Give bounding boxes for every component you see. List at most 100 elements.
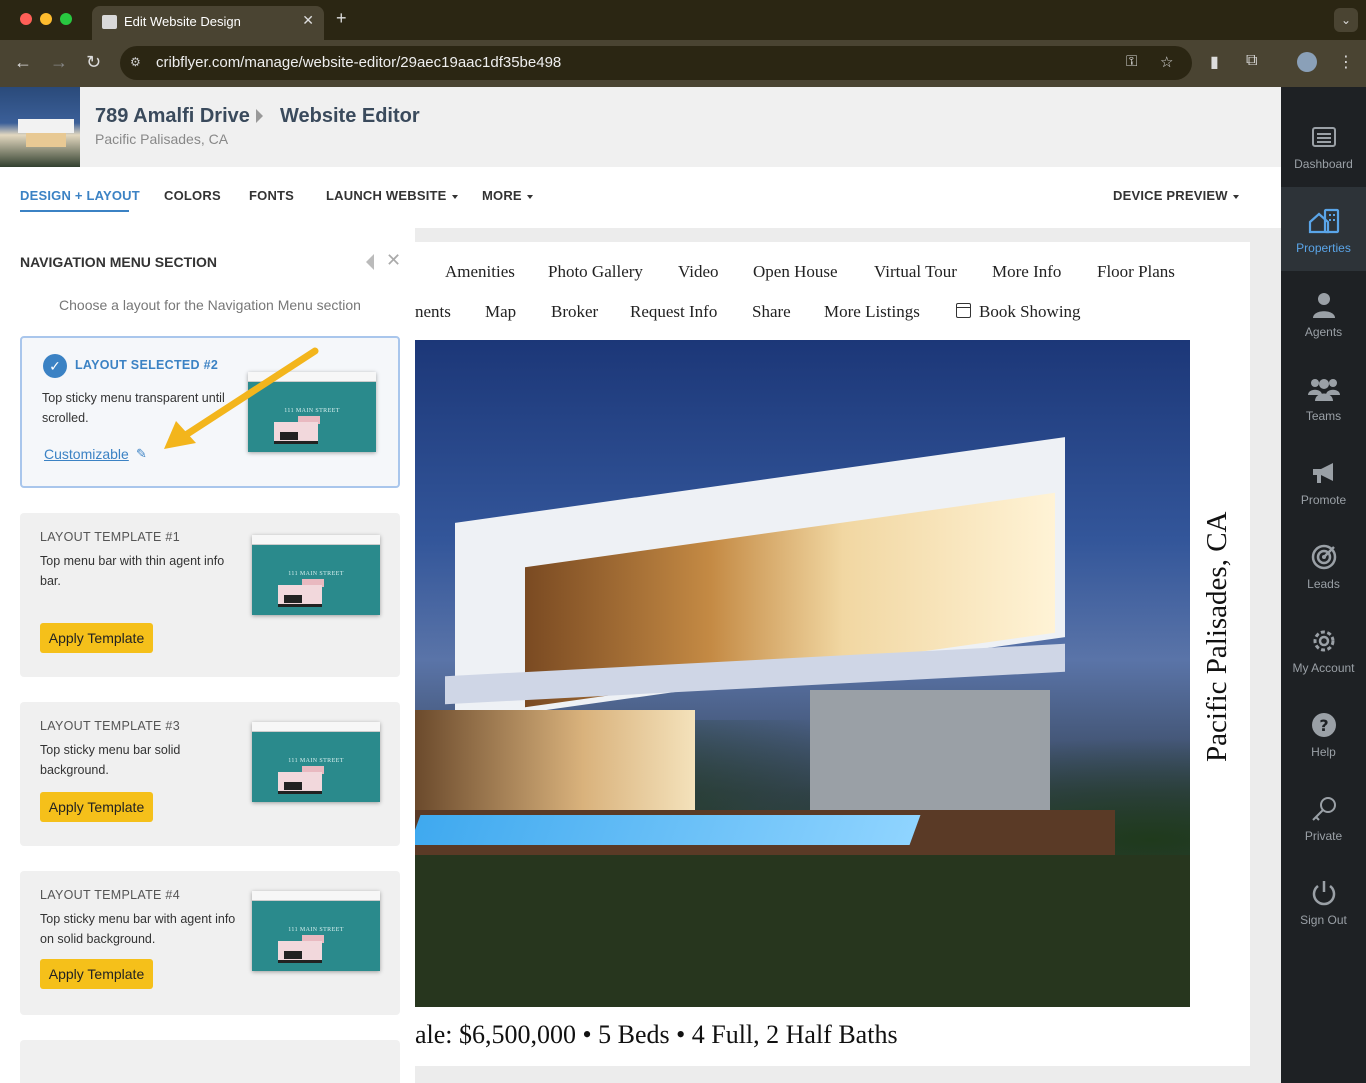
tab-fonts[interactable]: FONTS bbox=[249, 188, 294, 203]
favicon-icon bbox=[102, 15, 117, 29]
window-controls bbox=[20, 13, 72, 25]
nav-broker[interactable]: Broker bbox=[551, 302, 598, 322]
website-preview: Amenities Photo Gallery Video Open House… bbox=[415, 242, 1250, 1066]
close-tab-icon[interactable]: ✕ bbox=[302, 12, 314, 29]
property-thumbnail bbox=[0, 87, 80, 167]
tab-search-chevron-icon[interactable]: ⌄ bbox=[1334, 8, 1358, 32]
nav-more-info[interactable]: More Info bbox=[992, 262, 1061, 282]
reload-icon[interactable]: ↻ bbox=[86, 52, 101, 73]
agent-icon bbox=[1281, 291, 1366, 319]
template-description: Top sticky menu bar with agent info on s… bbox=[40, 912, 236, 946]
layout-template-card-next bbox=[20, 1040, 400, 1083]
new-tab-icon[interactable]: + bbox=[336, 8, 347, 29]
sidebar-item-teams[interactable]: Teams bbox=[1281, 355, 1366, 439]
key-icon bbox=[1281, 795, 1366, 823]
more-label: MORE bbox=[482, 188, 522, 203]
sidebar-item-sign-out[interactable]: Sign Out bbox=[1281, 859, 1366, 943]
url-text: cribflyer.com/manage/website-editor/29ae… bbox=[156, 54, 562, 71]
template-label: LAYOUT TEMPLATE #3 bbox=[40, 719, 180, 733]
layout-template-card-3: LAYOUT TEMPLATE #3 Top sticky menu bar s… bbox=[20, 702, 400, 846]
customize-link[interactable]: Customizable bbox=[44, 446, 129, 462]
nav-more-listings[interactable]: More Listings bbox=[824, 302, 920, 322]
breadcrumb-arrow-icon bbox=[256, 109, 263, 123]
calendar-icon bbox=[956, 303, 971, 318]
device-preview-label: DEVICE PREVIEW bbox=[1113, 188, 1228, 203]
nav-documents[interactable]: nents bbox=[415, 302, 451, 322]
password-key-icon[interactable]: ⚿ bbox=[1126, 53, 1137, 70]
sidebar-item-label: Help bbox=[1311, 745, 1336, 759]
tab-design-layout[interactable]: DESIGN + LAYOUT bbox=[20, 188, 140, 203]
more-dropdown[interactable]: MORE bbox=[482, 188, 533, 203]
bookmark-star-icon[interactable]: ☆ bbox=[1160, 53, 1173, 71]
sidebar-item-dashboard[interactable]: Dashboard bbox=[1281, 103, 1366, 187]
layout-preview-thumbnail: 111 MAIN STREET bbox=[252, 722, 380, 802]
sidebar-item-leads[interactable]: Leads bbox=[1281, 523, 1366, 607]
tab-colors[interactable]: COLORS bbox=[164, 188, 221, 203]
sidebar-item-label: Properties bbox=[1296, 241, 1351, 255]
app-sidebar: Dashboard Properties Agents Teams Promot… bbox=[1281, 87, 1366, 1083]
sidebar-item-private[interactable]: Private bbox=[1281, 775, 1366, 859]
pencil-icon[interactable]: ✎ bbox=[136, 446, 147, 462]
sidebar-item-my-account[interactable]: My Account bbox=[1281, 607, 1366, 691]
nav-virtual-tour[interactable]: Virtual Tour bbox=[874, 262, 957, 282]
extension-doc-icon[interactable]: ▮ bbox=[1210, 52, 1219, 72]
caret-down-icon bbox=[451, 194, 458, 199]
panel-title: NAVIGATION MENU SECTION bbox=[20, 254, 218, 270]
apply-template-button[interactable]: Apply Template bbox=[40, 792, 153, 822]
apply-template-button[interactable]: Apply Template bbox=[40, 959, 153, 989]
minimize-window-button[interactable] bbox=[40, 13, 52, 25]
nav-photo-gallery[interactable]: Photo Gallery bbox=[548, 262, 643, 282]
nav-book-showing[interactable]: Book Showing bbox=[979, 302, 1081, 322]
sidebar-item-label: My Account bbox=[1292, 661, 1355, 675]
properties-icon bbox=[1281, 207, 1366, 235]
profile-avatar[interactable] bbox=[1297, 52, 1317, 72]
nav-video[interactable]: Video bbox=[678, 262, 719, 282]
hero-side-location: Pacific Palisades, CA bbox=[1201, 511, 1233, 762]
property-title[interactable]: 789 Amalfi Drive bbox=[95, 105, 250, 128]
maximize-window-button[interactable] bbox=[60, 13, 72, 25]
layout-preview-thumbnail: 111 MAIN STREET bbox=[252, 891, 380, 971]
preview-caption: 111 MAIN STREET bbox=[288, 571, 344, 577]
checkmark-icon: ✓ bbox=[43, 354, 67, 378]
preview-caption: 111 MAIN STREET bbox=[288, 927, 344, 933]
site-settings-icon[interactable]: ⚙ bbox=[130, 55, 141, 69]
device-preview-dropdown[interactable]: DEVICE PREVIEW bbox=[1113, 188, 1239, 203]
sidebar-item-label: Teams bbox=[1305, 409, 1342, 423]
browser-tab[interactable]: Edit Website Design ✕ bbox=[92, 6, 324, 40]
sidebar-item-help[interactable]: ? Help bbox=[1281, 691, 1366, 775]
nav-floor-plans[interactable]: Floor Plans bbox=[1097, 262, 1175, 282]
property-header: 789 Amalfi Drive Website Editor Pacific … bbox=[0, 87, 1281, 167]
url-field[interactable]: ⚙ cribflyer.com/manage/website-editor/29… bbox=[120, 46, 1192, 80]
property-location: Pacific Palisades, CA bbox=[95, 131, 229, 147]
sidebar-item-label: Leads bbox=[1307, 577, 1340, 591]
back-arrow-icon[interactable]: ← bbox=[14, 52, 32, 73]
nav-request-info[interactable]: Request Info bbox=[630, 302, 717, 322]
collapse-panel-icon[interactable] bbox=[366, 254, 374, 270]
launch-website-dropdown[interactable]: LAUNCH WEBSITE bbox=[326, 188, 458, 203]
caret-down-icon bbox=[1232, 194, 1239, 199]
sidebar-item-properties[interactable]: Properties bbox=[1281, 187, 1366, 271]
nav-open-house[interactable]: Open House bbox=[753, 262, 838, 282]
sidebar-item-label: Dashboard bbox=[1294, 157, 1353, 171]
sidebar-item-label: Sign Out bbox=[1300, 913, 1347, 927]
sidebar-item-promote[interactable]: Promote bbox=[1281, 439, 1366, 523]
page-title: Website Editor bbox=[280, 105, 420, 127]
nav-amenities[interactable]: Amenities bbox=[445, 262, 515, 282]
listing-price-line: ale: $6,500,000 • 5 Beds • 4 Full, 2 Hal… bbox=[415, 1020, 898, 1049]
apply-template-button[interactable]: Apply Template bbox=[40, 623, 153, 653]
sidebar-item-agents[interactable]: Agents bbox=[1281, 271, 1366, 355]
caret-down-icon bbox=[526, 194, 533, 199]
panel-hint: Choose a layout for the Navigation Menu … bbox=[59, 297, 361, 313]
launch-website-label: LAUNCH WEBSITE bbox=[326, 188, 447, 203]
close-window-button[interactable] bbox=[20, 13, 32, 25]
power-icon bbox=[1281, 879, 1366, 907]
layout-template-card-4: LAYOUT TEMPLATE #4 Top sticky menu bar w… bbox=[20, 871, 400, 1015]
forward-arrow-icon[interactable]: → bbox=[50, 52, 68, 73]
nav-map[interactable]: Map bbox=[485, 302, 516, 322]
teams-icon bbox=[1281, 375, 1366, 403]
extensions-puzzle-icon[interactable]: ⧉ bbox=[1246, 52, 1257, 70]
browser-menu-icon[interactable]: ⋮ bbox=[1338, 52, 1354, 72]
close-panel-icon[interactable]: ✕ bbox=[386, 250, 401, 271]
template-description: Top sticky menu bar solid background. bbox=[40, 743, 181, 777]
nav-share[interactable]: Share bbox=[752, 302, 791, 322]
